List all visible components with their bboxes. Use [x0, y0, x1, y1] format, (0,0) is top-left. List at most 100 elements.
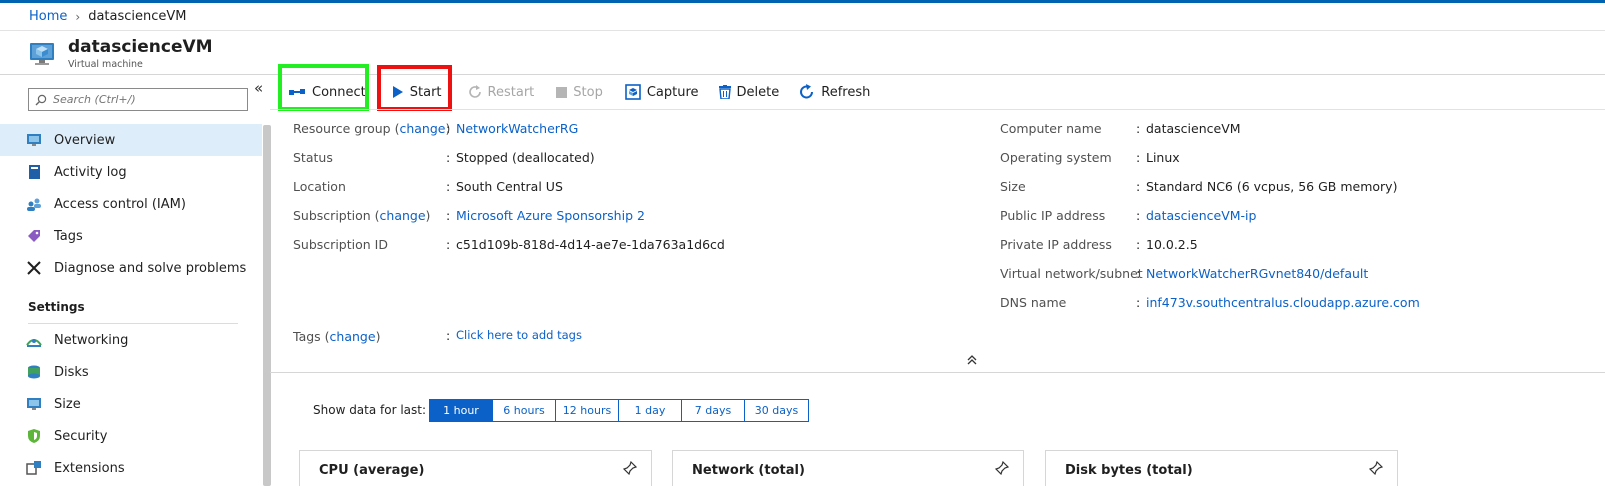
sidebar-item-access-control[interactable]: Access control (IAM): [0, 188, 262, 220]
public-ip-label: Public IP address: [1000, 208, 1106, 223]
range-1-hour-button[interactable]: 1 hour: [430, 400, 493, 421]
breadcrumb: Home › datascienceVM: [29, 9, 187, 24]
stop-button[interactable]: Stop: [548, 76, 611, 108]
refresh-icon: [800, 84, 814, 99]
sidebar-item-label: Size: [54, 396, 81, 412]
subscription-link[interactable]: Microsoft Azure Sponsorship 2: [456, 208, 645, 223]
public-ip-link[interactable]: datascienceVM-ip: [1146, 208, 1256, 223]
sidebar-item-extensions[interactable]: Extensions: [0, 452, 262, 484]
sidebar-item-security[interactable]: Security: [0, 420, 262, 452]
stop-label: Stop: [573, 84, 603, 100]
pin-icon[interactable]: [995, 461, 1009, 475]
vnet-link[interactable]: NetworkWatcherRGvnet840/default: [1146, 266, 1368, 281]
private-ip-value: 10.0.2.5: [1146, 237, 1198, 252]
breadcrumb-home-link[interactable]: Home: [29, 9, 67, 24]
sidebar-item-label: Networking: [54, 332, 129, 348]
range-7-days-button[interactable]: 7 days: [682, 400, 745, 421]
shield-icon: [26, 428, 42, 444]
colon: :: [1136, 179, 1141, 194]
disk-metric-card[interactable]: Disk bytes (total): [1045, 450, 1398, 486]
search-input[interactable]: [53, 93, 233, 106]
colon: :: [446, 208, 451, 223]
sidebar-item-disks[interactable]: Disks: [0, 356, 262, 388]
colon: :: [1136, 121, 1141, 136]
sidebar-item-size[interactable]: Size: [0, 388, 262, 420]
card-title: Disk bytes (total): [1065, 463, 1193, 478]
capture-icon: [625, 84, 641, 100]
sidebar-nav: Overview Activity log Access control (IA…: [0, 124, 262, 484]
sidebar-item-label: Disks: [54, 364, 89, 380]
sidebar-item-networking[interactable]: Networking: [0, 324, 262, 356]
sidebar-item-activity-log[interactable]: Activity log: [0, 156, 262, 188]
network-metric-card[interactable]: Network (total): [672, 450, 1024, 486]
capture-button[interactable]: Capture: [617, 76, 707, 108]
breadcrumb-divider: [0, 30, 1605, 31]
location-value: South Central US: [456, 179, 563, 194]
size-value: Standard NC6 (6 vcpus, 56 GB memory): [1146, 179, 1398, 194]
range-1-day-button[interactable]: 1 day: [619, 400, 682, 421]
sidebar-item-overview[interactable]: Overview: [0, 124, 262, 156]
dns-link[interactable]: inf473v.southcentralus.cloudapp.azure.co…: [1146, 295, 1420, 310]
restart-button[interactable]: Restart: [460, 76, 543, 108]
page-title: datascienceVM: [68, 37, 213, 57]
colon: :: [1136, 150, 1141, 165]
add-tags-link[interactable]: Click here to add tags: [456, 328, 582, 342]
pin-icon[interactable]: [1369, 461, 1383, 475]
sidebar-item-tags[interactable]: Tags: [0, 220, 262, 252]
sidebar-item-label: Overview: [54, 132, 116, 148]
os-label: Operating system: [1000, 150, 1112, 165]
vnet-label: Virtual network/subnet: [1000, 266, 1143, 281]
collapse-sidebar-icon[interactable]: «: [254, 79, 263, 97]
card-title: Network (total): [692, 463, 805, 478]
status-label: Status: [293, 150, 333, 165]
refresh-button[interactable]: Refresh: [791, 76, 878, 108]
restart-icon: [468, 85, 481, 98]
sidebar-item-label: Tags: [54, 228, 83, 244]
range-12-hours-button[interactable]: 12 hours: [556, 400, 619, 421]
resource-group-change-link[interactable]: change: [399, 121, 445, 136]
sidebar-item-label: Activity log: [54, 164, 127, 180]
tags-change-link[interactable]: change: [330, 329, 376, 344]
log-icon: [26, 164, 42, 180]
chevron-right-icon: ›: [75, 9, 81, 24]
range-6-hours-button[interactable]: 6 hours: [493, 400, 556, 421]
os-value: Linux: [1146, 150, 1180, 165]
toolbar-divider: [270, 109, 1605, 110]
time-range-selector: 1 hour 6 hours 12 hours 1 day 7 days 30 …: [429, 399, 809, 422]
collapse-essentials-icon[interactable]: [967, 354, 977, 368]
top-accent-line: [0, 0, 1605, 3]
sidebar-item-label: Security: [54, 428, 108, 444]
card-title: CPU (average): [319, 463, 425, 478]
computer-name-value: datascienceVM: [1146, 121, 1241, 136]
cpu-metric-card[interactable]: CPU (average): [299, 450, 652, 486]
subscription-id-label: Subscription ID: [293, 237, 388, 252]
sidebar-search[interactable]: [28, 88, 248, 111]
capture-label: Capture: [646, 84, 699, 100]
colon: :: [446, 237, 451, 252]
time-range-label: Show data for last:: [313, 403, 427, 417]
computer-name-label: Computer name: [1000, 121, 1102, 136]
sidebar-section-settings: Settings: [28, 300, 85, 314]
command-bar: Connect Start Restart Stop Capture Delet…: [280, 76, 878, 108]
colon: :: [446, 179, 451, 194]
sidebar-scrollbar[interactable]: [263, 125, 271, 486]
delete-label: Delete: [736, 84, 780, 100]
delete-button[interactable]: Delete: [711, 76, 788, 108]
disk-icon: [26, 364, 42, 380]
range-30-days-button[interactable]: 30 days: [745, 400, 808, 421]
resource-group-link[interactable]: NetworkWatcherRG: [456, 121, 578, 136]
connect-highlight-box: [278, 64, 369, 111]
subscription-id-value: c51d109b-818d-4d14-ae7e-1da763a1d6cd: [456, 237, 725, 252]
refresh-label: Refresh: [821, 84, 871, 100]
sidebar: « Overview Activity log Access control (…: [0, 75, 275, 486]
pin-icon[interactable]: [623, 461, 637, 475]
essentials-divider: [270, 372, 1605, 373]
colon: :: [446, 328, 451, 343]
sidebar-item-diagnose[interactable]: Diagnose and solve problems: [0, 252, 262, 284]
stop-icon: [556, 86, 568, 98]
restart-label: Restart: [487, 84, 535, 100]
sidebar-item-label: Diagnose and solve problems: [54, 260, 247, 276]
search-icon: [35, 94, 47, 105]
subscription-change-link[interactable]: change: [380, 208, 426, 223]
subscription-label: Subscription (change): [293, 208, 431, 223]
